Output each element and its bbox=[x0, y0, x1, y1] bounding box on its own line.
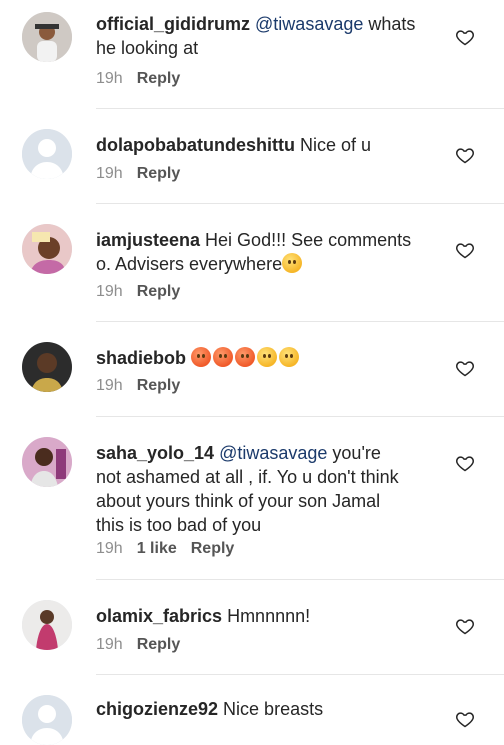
timestamp: 19h bbox=[96, 540, 123, 557]
comment-meta: 19h Reply bbox=[96, 377, 180, 395]
comment-item: chigozienze92 Nice breasts bbox=[0, 675, 504, 745]
comment-text: saha_yolo_14 @tiwasavage you're not asha… bbox=[96, 441, 440, 537]
username[interactable]: official_gididrumz bbox=[96, 14, 250, 34]
reply-button[interactable]: Reply bbox=[137, 70, 181, 87]
heart-outline-icon[interactable] bbox=[455, 358, 475, 378]
heart-outline-icon[interactable] bbox=[455, 616, 475, 636]
comment-item: saha_yolo_14 @tiwasavage you're not asha… bbox=[0, 417, 504, 580]
mention-link[interactable]: @tiwasavage bbox=[219, 443, 327, 463]
avatar[interactable] bbox=[22, 437, 72, 487]
avatar[interactable] bbox=[22, 600, 72, 650]
timestamp: 19h bbox=[96, 377, 123, 394]
username[interactable]: iamjusteena bbox=[96, 230, 200, 250]
timestamp: 19h bbox=[96, 70, 123, 87]
comment-meta: 19h 1 like Reply bbox=[96, 540, 234, 558]
flushed-face-icon bbox=[235, 347, 256, 367]
comment-meta: 19h Reply bbox=[96, 165, 180, 183]
comment-body: Nice of u bbox=[294, 135, 372, 155]
comment-text: olamix_fabrics Hmnnnnn! bbox=[96, 604, 440, 628]
username[interactable]: saha_yolo_14 bbox=[96, 443, 214, 463]
comment-item: dolapobabatundeshittu Nice of u 19h Reply bbox=[0, 109, 504, 204]
mention-link[interactable]: @tiwasavage bbox=[255, 14, 363, 34]
likes-count[interactable]: 1 like bbox=[137, 540, 177, 557]
comment-text: official_gididrumz @tiwasavage whats he … bbox=[96, 12, 440, 60]
reply-button[interactable]: Reply bbox=[137, 377, 181, 394]
comment-meta: 19h Reply bbox=[96, 283, 180, 301]
comment-text: iamjusteena Hei God!!! See comments o. A… bbox=[96, 228, 440, 276]
pleading-face-icon bbox=[257, 347, 278, 367]
comment-text: shadiebob bbox=[96, 346, 440, 370]
comment-text: dolapobabatundeshittu Nice of u bbox=[96, 133, 440, 157]
username[interactable]: shadiebob bbox=[96, 348, 186, 368]
comment-body: about yours think of your son Jamal bbox=[96, 491, 381, 511]
comment-text: chigozienze92 Nice breasts bbox=[96, 697, 440, 721]
heart-outline-icon[interactable] bbox=[455, 27, 475, 47]
unamused-face-icon bbox=[282, 253, 303, 273]
avatar[interactable] bbox=[22, 12, 72, 62]
comment-body: not ashamed at all , if. Yo u don't thin… bbox=[96, 467, 399, 487]
heart-outline-icon[interactable] bbox=[455, 240, 475, 260]
heart-outline-icon[interactable] bbox=[455, 145, 475, 165]
timestamp: 19h bbox=[96, 636, 123, 653]
username[interactable]: chigozienze92 bbox=[96, 699, 218, 719]
comment-item: official_gididrumz @tiwasavage whats he … bbox=[0, 0, 504, 109]
comment-body: he looking at bbox=[96, 38, 199, 58]
avatar[interactable] bbox=[22, 129, 72, 179]
comment-body: Hei God!!! See comments bbox=[200, 230, 412, 250]
flushed-face-icon bbox=[191, 347, 212, 367]
comment-item: iamjusteena Hei God!!! See comments o. A… bbox=[0, 204, 504, 322]
timestamp: 19h bbox=[96, 165, 123, 182]
person-silhouette-icon bbox=[22, 695, 72, 745]
heart-outline-icon[interactable] bbox=[455, 709, 475, 729]
avatar[interactable] bbox=[22, 224, 72, 274]
reply-button[interactable]: Reply bbox=[191, 540, 235, 557]
comment-body: o. Advisers everywhere bbox=[96, 254, 283, 274]
avatar[interactable] bbox=[22, 342, 72, 392]
heart-outline-icon[interactable] bbox=[455, 453, 475, 473]
timestamp: 19h bbox=[96, 283, 123, 300]
comment-item: shadiebob 19h Reply bbox=[0, 322, 504, 417]
comment-meta: 19h Reply bbox=[96, 636, 180, 654]
comment-body: Nice breasts bbox=[218, 699, 324, 719]
comment-item: olamix_fabrics Hmnnnnn! 19h Reply bbox=[0, 580, 504, 675]
flushed-face-icon bbox=[213, 347, 234, 367]
comment-meta: 19h Reply bbox=[96, 70, 180, 88]
username[interactable]: olamix_fabrics bbox=[96, 606, 222, 626]
reply-button[interactable]: Reply bbox=[137, 636, 181, 653]
comment-body: you're bbox=[327, 443, 381, 463]
comment-body: this is too bad of you bbox=[96, 515, 262, 535]
pleading-face-icon bbox=[279, 347, 300, 367]
reply-button[interactable]: Reply bbox=[137, 283, 181, 300]
comment-body: Hmnnnnn! bbox=[222, 606, 311, 626]
avatar[interactable] bbox=[22, 695, 72, 745]
username[interactable]: dolapobabatundeshittu bbox=[96, 135, 295, 155]
person-silhouette-icon bbox=[22, 129, 72, 179]
comment-body: whats bbox=[363, 14, 416, 34]
reply-button[interactable]: Reply bbox=[137, 165, 181, 182]
